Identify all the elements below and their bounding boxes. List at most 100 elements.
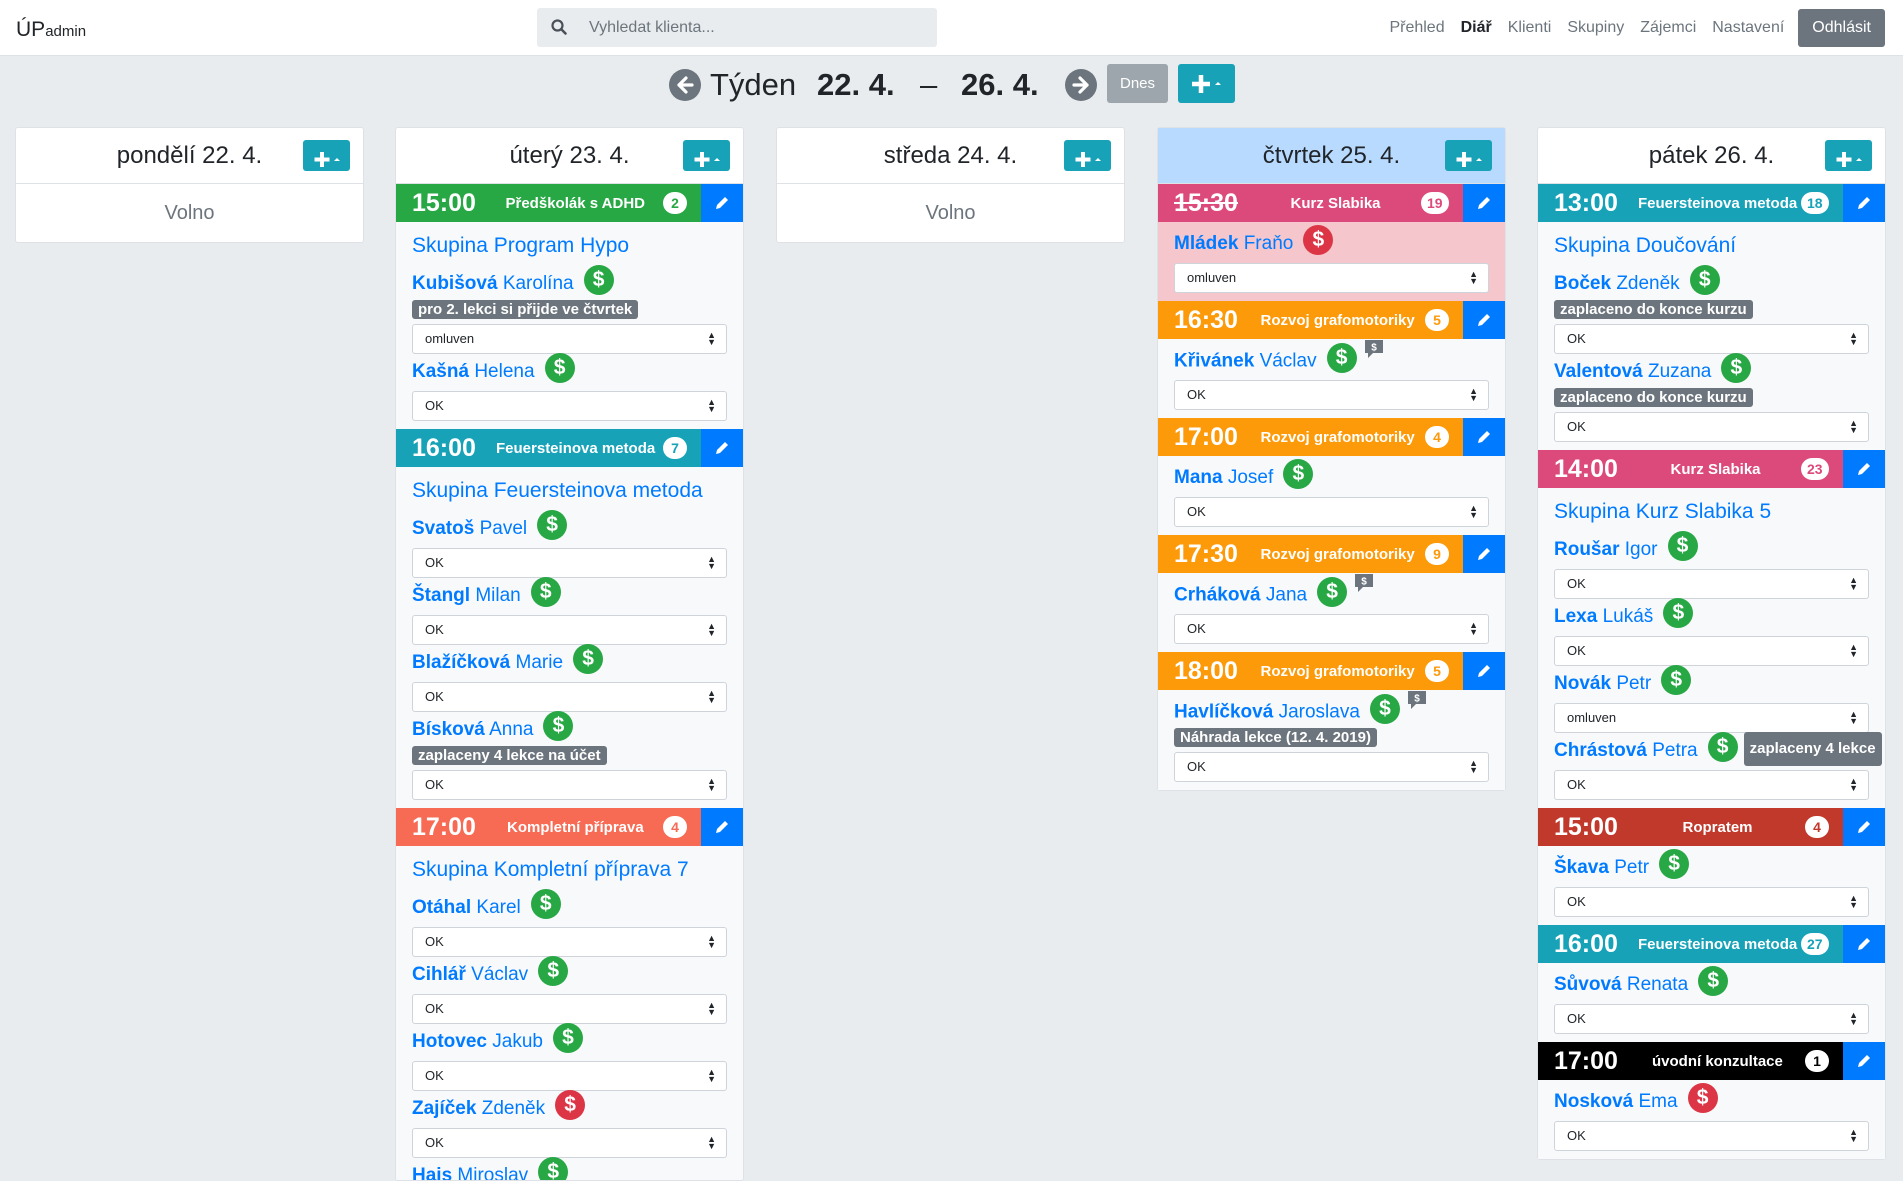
attendance-select[interactable]: OK ▲ ▼ [1554,412,1869,442]
search-input[interactable] [589,8,929,47]
edit-lesson-button[interactable] [1843,184,1885,222]
edit-lesson-button[interactable] [1463,535,1505,573]
dollar-circle-icon[interactable]: $ [583,264,614,295]
dollar-circle-icon[interactable]: $ [1663,597,1694,628]
group-link[interactable]: Skupina Feuersteinova metoda [412,471,727,511]
group-link[interactable]: Skupina Doučování [1554,226,1869,266]
attendance-select[interactable]: OK ▲ ▼ [412,391,727,421]
attendance-select[interactable]: OK ▲ ▼ [1554,636,1869,666]
attendance-select[interactable]: OK ▲ ▼ [1554,770,1869,800]
attendance-select[interactable]: OK ▲ ▼ [1174,614,1489,644]
attendance-select[interactable]: OK ▲ ▼ [412,548,727,578]
client-name-link[interactable]: Hotovec Jakub [412,1031,543,1052]
group-link[interactable]: Skupina Program Hypo [412,226,727,266]
client-name-link[interactable]: Nosková Ema [1554,1091,1678,1112]
client-name-link[interactable]: Novák Petr [1554,673,1651,694]
client-name-link[interactable]: Sůvová Renata [1554,974,1688,995]
add-lesson-button[interactable] [683,140,730,171]
dollar-circle-icon[interactable]: $ [1689,264,1720,295]
client-name-link[interactable]: Havlíčková Jaroslava [1174,702,1360,723]
client-name-link[interactable]: Kubišová Karolína [412,273,574,294]
dollar-circle-icon[interactable]: $ [1661,664,1692,695]
client-name-link[interactable]: Mládek Fraňo [1174,233,1293,254]
dollar-circle-icon[interactable]: $ [543,710,574,741]
attendance-select[interactable]: OK ▲ ▼ [1174,380,1489,410]
client-name-link[interactable]: Kašná Helena [412,361,535,382]
add-lesson-button[interactable] [1445,140,1492,171]
dollar-circle-icon[interactable]: $ [1317,576,1348,607]
edit-lesson-button[interactable] [1463,301,1505,339]
next-week-button[interactable] [1065,69,1097,101]
dollar-circle-icon[interactable]: $ [552,1022,583,1053]
group-link[interactable]: Skupina Kurz Slabika 5 [1554,492,1869,532]
search-box[interactable] [537,8,937,47]
client-name-link[interactable]: Štangl Milan [412,585,521,606]
client-name-link[interactable]: Chrástová Petra [1554,740,1698,761]
dollar-circle-icon[interactable]: $ [1721,352,1752,383]
attendance-select[interactable]: OK ▲ ▼ [412,927,727,957]
client-name-link[interactable]: Hais Miroslav [412,1165,528,1180]
nav-prehled[interactable]: Přehled [1389,19,1444,37]
edit-lesson-button[interactable] [1843,808,1885,846]
client-name-link[interactable]: Roušar Igor [1554,539,1658,560]
add-lesson-button[interactable] [303,140,350,171]
attendance-select[interactable]: omluven ▲ ▼ [1554,703,1869,733]
attendance-select[interactable]: OK ▲ ▼ [412,682,727,712]
attendance-select[interactable]: OK ▲ ▼ [412,1061,727,1091]
dollar-circle-icon[interactable]: $ [1369,693,1400,724]
attendance-select[interactable]: omluven ▲ ▼ [1174,263,1489,293]
logout-button[interactable]: Odhlásit [1798,9,1885,47]
nav-zajemci[interactable]: Zájemci [1640,19,1696,37]
edit-lesson-button[interactable] [701,808,743,846]
attendance-select[interactable]: OK ▲ ▼ [1554,887,1869,917]
dollar-circle-icon[interactable]: $ [1326,342,1357,373]
dollar-circle-icon[interactable]: $ [1707,731,1738,762]
client-name-link[interactable]: Crháková Jana [1174,585,1307,606]
nav-diar[interactable]: Diář [1461,19,1492,37]
edit-lesson-button[interactable] [1843,450,1885,488]
group-link[interactable]: Skupina Kompletní příprava 7 [412,850,727,890]
dollar-circle-icon[interactable]: $ [544,352,575,383]
edit-lesson-button[interactable] [1463,418,1505,456]
attendance-select[interactable]: OK ▲ ▼ [412,1128,727,1158]
nav-skupiny[interactable]: Skupiny [1567,19,1624,37]
client-name-link[interactable]: Svatoš Pavel [412,518,527,539]
attendance-select[interactable]: OK ▲ ▼ [412,770,727,800]
brand-logo[interactable]: ÚPadmin [16,18,86,42]
edit-lesson-button[interactable] [1463,652,1505,690]
attendance-select[interactable]: OK ▲ ▼ [1174,752,1489,782]
add-lesson-button[interactable] [1825,140,1872,171]
attendance-select[interactable]: OK ▲ ▼ [1554,324,1869,354]
dollar-circle-icon[interactable]: $ [1698,965,1729,996]
client-name-link[interactable]: Mana Josef [1174,467,1273,488]
dollar-circle-icon[interactable]: $ [1303,224,1334,255]
dollar-circle-icon[interactable]: $ [1667,530,1698,561]
attendance-select[interactable]: OK ▲ ▼ [412,615,727,645]
client-name-link[interactable]: Valentová Zuzana [1554,361,1711,382]
edit-lesson-button[interactable] [701,184,743,222]
attendance-select[interactable]: OK ▲ ▼ [1554,1121,1869,1151]
nav-nastaveni[interactable]: Nastavení [1712,19,1784,37]
client-name-link[interactable]: Bísková Anna [412,719,533,740]
add-lesson-button[interactable] [1064,140,1111,171]
edit-lesson-button[interactable] [1463,184,1505,222]
edit-lesson-button[interactable] [1843,1042,1885,1080]
today-button[interactable]: Dnes [1107,64,1168,103]
client-name-link[interactable]: Křivánek Václav [1174,351,1317,372]
dollar-circle-icon[interactable]: $ [573,643,604,674]
attendance-select[interactable]: OK ▲ ▼ [1554,569,1869,599]
dollar-circle-icon[interactable]: $ [1687,1082,1718,1113]
attendance-select[interactable]: OK ▲ ▼ [412,994,727,1024]
edit-lesson-button[interactable] [1843,925,1885,963]
edit-lesson-button[interactable] [701,429,743,467]
dollar-circle-icon[interactable]: $ [530,576,561,607]
client-name-link[interactable]: Zajíček Zdeněk [412,1098,545,1119]
client-name-link[interactable]: Otáhal Karel [412,897,521,918]
client-name-link[interactable]: Škava Petr [1554,857,1649,878]
dollar-circle-icon[interactable]: $ [537,509,568,540]
dollar-circle-icon[interactable]: $ [530,888,561,919]
attendance-select[interactable]: OK ▲ ▼ [1554,1004,1869,1034]
dollar-circle-icon[interactable]: $ [1659,848,1690,879]
prev-week-button[interactable] [669,69,701,101]
dollar-circle-icon[interactable]: $ [538,1156,569,1180]
